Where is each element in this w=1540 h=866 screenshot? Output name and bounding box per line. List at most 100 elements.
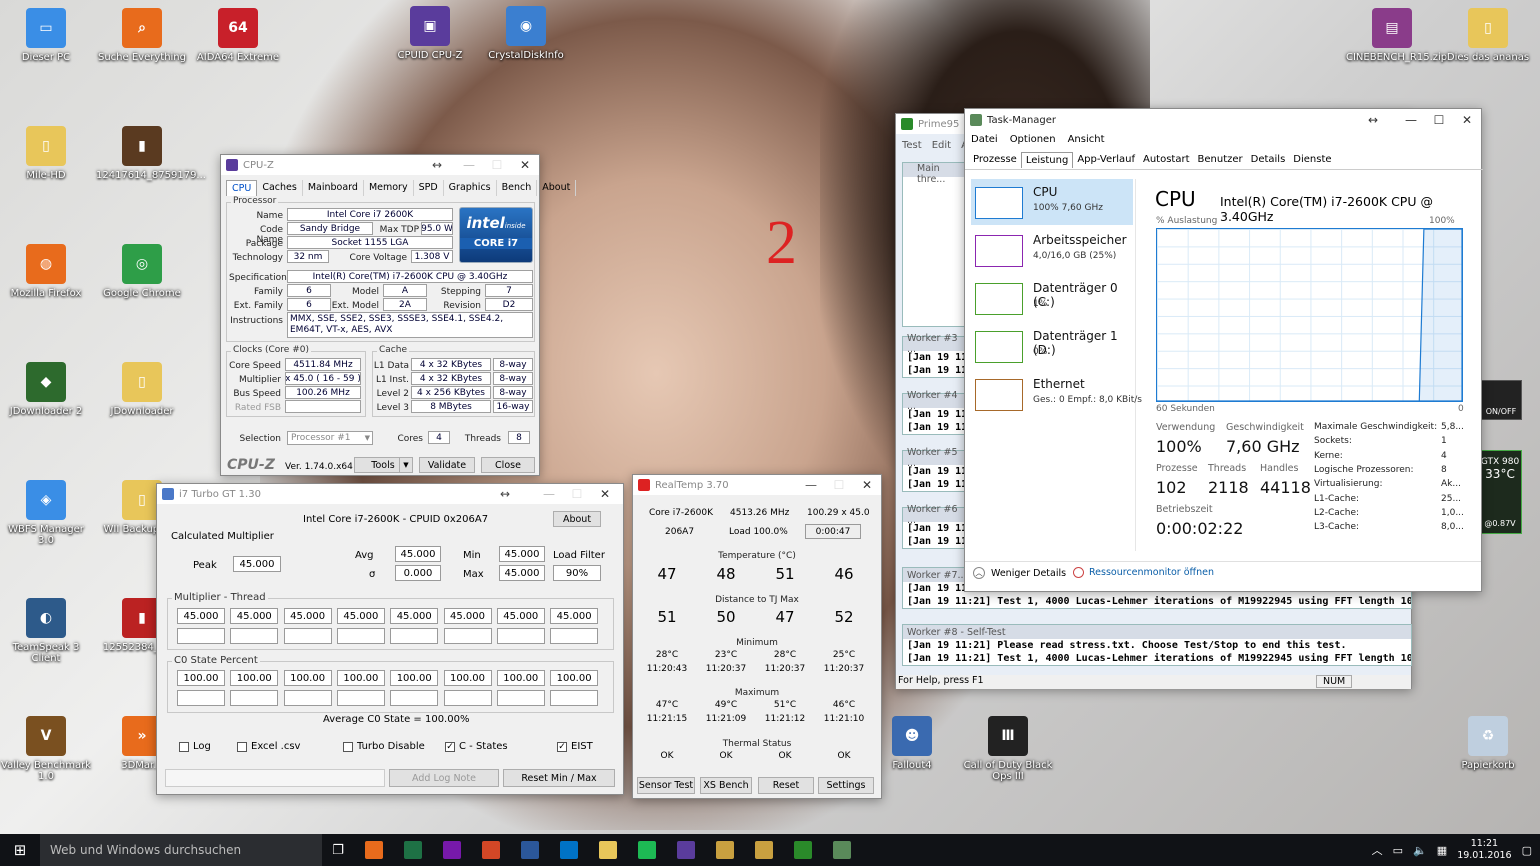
processor-select[interactable]: Processor #1 ▼ bbox=[287, 431, 373, 445]
tab-appverlauf[interactable]: App-Verlauf bbox=[1073, 152, 1139, 168]
clock[interactable]: 11:21 19.01.2016 bbox=[1457, 838, 1511, 862]
desktop-icon[interactable]: ▤ CINEBENCH_R15.zip bbox=[1346, 8, 1447, 63]
cpuz-window[interactable]: CPU-Z ↔ — ☐ ✕ CPU Caches Mainboard Memory SPD Gr… bbox=[220, 154, 577, 476]
tab-memory[interactable]: Memory bbox=[364, 180, 414, 196]
perf-item-1[interactable]: Arbeitsspeicher 4,0/16,0 GB (25%) bbox=[971, 229, 1131, 273]
i7turbo-titlebar[interactable]: i7 Turbo GT 1.30 ↔ — ☐ ✕ bbox=[157, 484, 623, 504]
language-icon[interactable]: ▦ bbox=[1437, 844, 1447, 857]
close-button[interactable]: Close bbox=[481, 457, 535, 473]
taskmanager-titlebar[interactable]: Task-Manager ↔ — ☐ ✕ bbox=[965, 109, 1481, 131]
desktop-icon[interactable]: ♻ Papierkorb bbox=[1442, 716, 1534, 771]
tab-autostart[interactable]: Autostart bbox=[1139, 152, 1194, 168]
menu-item[interactable]: Edit bbox=[932, 140, 951, 151]
tools-dropdown-button[interactable]: ▼ bbox=[399, 457, 413, 473]
network-icon[interactable]: ▭ bbox=[1393, 844, 1403, 857]
tab-cpu[interactable]: CPU bbox=[226, 180, 258, 196]
desktop-icon[interactable]: Ⅲ Call of Duty Black Ops III bbox=[962, 716, 1054, 782]
perf-item-2[interactable]: Datenträger 0 (C:) 1% bbox=[971, 277, 1131, 321]
close-button[interactable]: ✕ bbox=[1453, 113, 1481, 127]
tab-mainboard[interactable]: Mainboard bbox=[303, 180, 364, 196]
reset-button[interactable]: Reset bbox=[758, 777, 814, 794]
desktop-icon[interactable]: ⌕ Suche Everything bbox=[96, 8, 188, 63]
minimize-button[interactable]: — bbox=[797, 478, 825, 492]
tab-prozesse[interactable]: Prozesse bbox=[969, 152, 1021, 168]
menu-item[interactable]: Optionen bbox=[1010, 134, 1056, 145]
tab-caches[interactable]: Caches bbox=[257, 180, 303, 196]
i7turbo-icon[interactable] bbox=[744, 834, 783, 866]
windows-start-icon[interactable]: ⊞ bbox=[0, 834, 40, 866]
prime95-icon[interactable] bbox=[783, 834, 822, 866]
checkbox-excelcsv[interactable]: Excel .csv bbox=[237, 741, 300, 752]
tab-about[interactable]: About bbox=[537, 180, 577, 196]
checkbox-turbodisable[interactable]: Turbo Disable bbox=[343, 741, 425, 752]
menu-item[interactable]: Ansicht bbox=[1068, 134, 1105, 145]
perf-item-0[interactable]: CPU 100% 7,60 GHz bbox=[971, 181, 1131, 225]
maximize-button[interactable]: ☐ bbox=[563, 487, 591, 501]
tab-benutzer[interactable]: Benutzer bbox=[1194, 152, 1247, 168]
powerpoint-icon[interactable] bbox=[471, 834, 510, 866]
desktop-icon[interactable]: ◎ Google Chrome bbox=[96, 244, 188, 299]
task-view-icon[interactable]: ❐ bbox=[322, 834, 354, 866]
chevron-up-icon[interactable]: ︿ bbox=[1372, 842, 1383, 858]
cpuz-titlebar[interactable]: CPU-Z ↔ — ☐ ✕ bbox=[221, 155, 539, 175]
desktop-icon[interactable]: ◈ WBFS Manager 3.0 bbox=[0, 480, 92, 546]
perf-item-3[interactable]: Datenträger 1 (D:) 0% bbox=[971, 325, 1131, 369]
menu-item[interactable]: Datei bbox=[971, 134, 998, 145]
desktop-icon[interactable]: ▯ JDownloader bbox=[96, 362, 188, 417]
maximize-button[interactable]: ☐ bbox=[483, 158, 511, 172]
about-button[interactable]: About bbox=[553, 511, 601, 527]
desktop-icon[interactable]: ◐ TeamSpeak 3 Client bbox=[0, 598, 92, 664]
minimize-button[interactable]: — bbox=[455, 158, 483, 172]
close-button[interactable]: ✕ bbox=[853, 478, 881, 492]
minimize-button[interactable]: — bbox=[1397, 113, 1425, 127]
less-details-link[interactable]: ︿ Weniger Details bbox=[973, 567, 1066, 579]
checkbox-log[interactable]: Log bbox=[179, 741, 211, 752]
tab-spd[interactable]: SPD bbox=[414, 180, 444, 196]
loadfilter-input[interactable]: 90% bbox=[553, 565, 601, 581]
settings-button[interactable]: Settings bbox=[818, 777, 874, 794]
gadget-onoff[interactable]: ON/OFF bbox=[1480, 380, 1522, 420]
perf-item-4[interactable]: Ethernet Ges.: 0 Empf.: 8,0 KBit/s bbox=[971, 373, 1142, 417]
checkbox-eist[interactable]: ✓ EIST bbox=[557, 741, 593, 752]
desktop-icon[interactable]: ▣ CPUID CPU-Z bbox=[384, 6, 476, 61]
onenote-icon[interactable] bbox=[432, 834, 471, 866]
search-box[interactable]: Web und Windows durchsuchen bbox=[40, 834, 322, 866]
tab-details[interactable]: Details bbox=[1247, 152, 1290, 168]
menu-item[interactable]: Test bbox=[902, 140, 922, 151]
add-log-note-button[interactable]: Add Log Note bbox=[389, 769, 499, 787]
xs-bench-button[interactable]: XS Bench bbox=[700, 777, 752, 794]
close-button[interactable]: ✕ bbox=[511, 158, 539, 172]
spotify-icon[interactable] bbox=[627, 834, 666, 866]
sensor-test-button[interactable]: Sensor Test bbox=[637, 777, 695, 794]
i7turbo-window[interactable]: i7 Turbo GT 1.30 ↔ — ☐ ✕ Intel Core i7-2600… bbox=[156, 483, 624, 795]
volume-icon[interactable]: 🔈 bbox=[1413, 844, 1427, 857]
excel-icon[interactable] bbox=[393, 834, 432, 866]
taskmanager-icon[interactable] bbox=[822, 834, 861, 866]
tab-graphics[interactable]: Graphics bbox=[444, 180, 497, 196]
validate-button[interactable]: Validate bbox=[419, 457, 475, 473]
notifications-icon[interactable]: ▢ bbox=[1522, 844, 1532, 857]
desktop-icon[interactable]: ▮ 12417614_8759179... bbox=[96, 126, 206, 181]
maximize-button[interactable]: ☐ bbox=[1425, 113, 1453, 127]
close-button[interactable]: ✕ bbox=[591, 487, 619, 501]
maximize-button[interactable]: ☐ bbox=[825, 478, 853, 492]
resmon-link[interactable]: Ressourcenmonitor öffnen bbox=[1073, 567, 1214, 578]
desktop-icon[interactable]: ◆ JDownloader 2 bbox=[0, 362, 92, 417]
desktop-icon[interactable]: V Valley Benchmark 1.0 bbox=[0, 716, 92, 782]
cpuz-icon[interactable] bbox=[666, 834, 705, 866]
log-note-input[interactable] bbox=[165, 769, 385, 787]
desktop-icon[interactable]: ◍ Mozilla Firefox bbox=[0, 244, 92, 299]
realtemp-icon[interactable] bbox=[705, 834, 744, 866]
outlook-icon[interactable] bbox=[549, 834, 588, 866]
tab-dienste[interactable]: Dienste bbox=[1289, 152, 1335, 168]
tab-leistung[interactable]: Leistung bbox=[1020, 152, 1074, 168]
realtemp-titlebar[interactable]: RealTemp 3.70 — ☐ ✕ bbox=[633, 475, 881, 495]
explorer-icon[interactable] bbox=[588, 834, 627, 866]
desktop-icon[interactable]: ◉ CrystalDiskInfo bbox=[480, 6, 572, 61]
gadget-gpu-temp[interactable]: GTX 980 33°C @0.87V bbox=[1478, 450, 1522, 534]
word-icon[interactable] bbox=[510, 834, 549, 866]
desktop-icon[interactable]: ▯ Mile-HD bbox=[0, 126, 92, 181]
desktop-icon[interactable]: ▭ Dieser PC bbox=[0, 8, 92, 63]
reset-minmax-button[interactable]: Reset Min / Max bbox=[503, 769, 615, 787]
desktop-icon[interactable]: ▯ Dies das ananas bbox=[1442, 8, 1534, 63]
